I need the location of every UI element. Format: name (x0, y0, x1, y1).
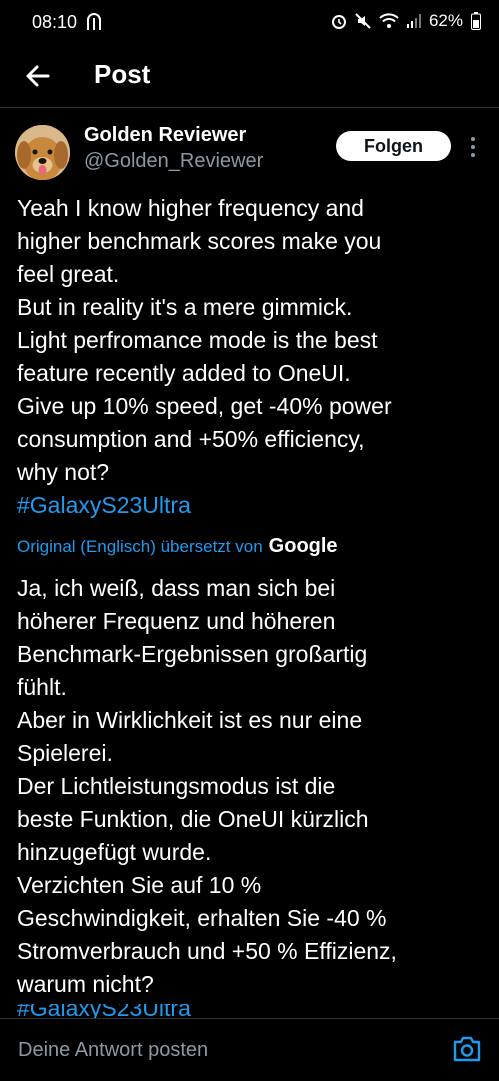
reply-bar (0, 1018, 499, 1081)
tweet-line: Give up 10% speed, get -40% power (17, 393, 392, 419)
camera-icon[interactable] (452, 1035, 482, 1063)
translation-line: Spielerei. (17, 740, 113, 766)
translation-line: Der Lichtleistungsmodus ist die (17, 773, 336, 799)
tweet-line: But in reality it's a mere gimmick. (17, 294, 353, 320)
translation-line: Aber in Wirklichkeit ist es nur eine (17, 707, 363, 733)
translation-line: fühlt. (17, 674, 67, 700)
header-divider (0, 107, 499, 108)
author-name[interactable]: Golden Reviewer (84, 124, 246, 147)
battery-percent: 62% (428, 11, 463, 30)
translation-note-text: Original (Englisch) übersetzt von (17, 536, 263, 556)
arrow-left-icon[interactable] (22, 60, 54, 92)
page-title: Post (94, 59, 151, 89)
top-app-bar: Post (0, 44, 499, 106)
status-time: 08:10 (32, 12, 78, 32)
translated-hashtag-text: #GalaxyS23Ultra (17, 1004, 191, 1018)
translation-line: Ja, ich weiß, dass man sich bei (17, 575, 336, 601)
hashtag-link[interactable]: #GalaxyS23Ultra (17, 489, 487, 522)
tweet-line: Yeah I know higher frequency and (17, 195, 364, 221)
tweet-line: higher benchmark scores make you (17, 228, 382, 254)
google-logo: Google (268, 535, 338, 557)
mute-icon (355, 13, 371, 29)
translation-line: hinzugefügt wurde. (17, 839, 212, 865)
battery-icon (471, 12, 481, 30)
translation-line: Verzichten Sie auf 10 % (17, 872, 262, 898)
notification-icon (87, 13, 101, 30)
translation-line: Stromverbrauch und +50 % Effizienz, (17, 938, 397, 964)
follow-button[interactable]: Folgen (336, 131, 451, 161)
tweet-line: why not? (17, 459, 110, 485)
wifi-icon (379, 13, 399, 28)
status-bar: 08:10 62% (0, 0, 499, 44)
reply-input[interactable] (16, 1033, 430, 1067)
signal-icon (406, 14, 421, 28)
tweet-line: consumption and +50% efficiency, (17, 426, 365, 452)
dog-avatar-image (15, 125, 70, 180)
more-options-icon[interactable] (466, 135, 480, 159)
translation-line: beste Funktion, die OneUI kürzlich (17, 806, 369, 832)
translated-text: Ja, ich weiß, dass man sich bei höherer … (17, 572, 487, 1001)
alarm-icon (331, 15, 346, 29)
translation-line: Benchmark-Ergebnissen großartig (17, 641, 368, 667)
translation-note[interactable]: Original (Englisch) übersetzt von Google (17, 535, 338, 558)
translation-line: warum nicht? (17, 971, 154, 997)
tweet-line: feel great. (17, 261, 120, 287)
avatar[interactable] (15, 125, 70, 180)
status-icons: 62% (331, 11, 481, 31)
translation-line: höherer Frequenz und höheren (17, 608, 336, 634)
tweet-line: Light perfromance mode is the best (17, 327, 378, 353)
tweet-line: feature recently added to OneUI. (17, 360, 351, 386)
translated-hashtag-link[interactable]: #GalaxyS23Ultra (17, 1004, 237, 1018)
tweet-text: Yeah I know higher frequency and higher … (17, 192, 487, 522)
translation-line: Geschwindigkeit, erhalten Sie -40 % (17, 905, 387, 931)
author-handle[interactable]: @Golden_Reviewer (84, 150, 263, 173)
